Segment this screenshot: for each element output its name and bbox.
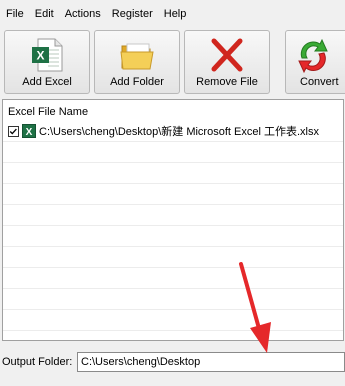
empty-row bbox=[3, 163, 343, 184]
empty-row bbox=[3, 184, 343, 205]
empty-row bbox=[3, 142, 343, 163]
empty-row bbox=[3, 310, 343, 331]
output-folder-label: Output Folder: bbox=[2, 356, 73, 368]
svg-text:X: X bbox=[36, 49, 44, 63]
convert-button[interactable]: Convert bbox=[285, 30, 345, 94]
empty-row bbox=[3, 247, 343, 268]
remove-file-label: Remove File bbox=[196, 76, 258, 88]
menu-bar: File Edit Actions Register Help bbox=[0, 0, 345, 28]
menu-actions[interactable]: Actions bbox=[60, 0, 106, 28]
file-row[interactable]: X C:\Users\cheng\Desktop\新建 Microsoft Ex… bbox=[3, 121, 343, 142]
menu-file[interactable]: File bbox=[1, 0, 29, 28]
toolbar: X Add Excel Add Folder Remove File Conve… bbox=[0, 28, 345, 96]
convert-arrows-icon bbox=[298, 38, 328, 74]
file-list[interactable]: Excel File Name X C:\Users\cheng\Desktop… bbox=[2, 99, 344, 341]
output-folder-input[interactable]: C:\Users\cheng\Desktop bbox=[77, 352, 345, 372]
remove-file-button[interactable]: Remove File bbox=[184, 30, 270, 94]
file-name: C:\Users\cheng\Desktop\新建 Microsoft Exce… bbox=[39, 126, 319, 138]
menu-help[interactable]: Help bbox=[159, 0, 192, 28]
red-x-icon bbox=[211, 38, 243, 72]
empty-row bbox=[3, 289, 343, 310]
menu-edit[interactable]: Edit bbox=[30, 0, 59, 28]
output-folder-row: Output Folder: C:\Users\cheng\Desktop bbox=[0, 352, 345, 374]
file-checkbox[interactable] bbox=[8, 125, 19, 137]
empty-row bbox=[3, 226, 343, 247]
svg-text:X: X bbox=[26, 127, 33, 138]
empty-row bbox=[3, 268, 343, 289]
convert-label: Convert bbox=[300, 76, 339, 88]
add-excel-button[interactable]: X Add Excel bbox=[4, 30, 90, 94]
add-folder-button[interactable]: Add Folder bbox=[94, 30, 180, 94]
add-excel-label: Add Excel bbox=[22, 76, 72, 88]
add-folder-label: Add Folder bbox=[110, 76, 164, 88]
menu-register[interactable]: Register bbox=[107, 0, 158, 28]
checkmark-icon bbox=[9, 128, 17, 134]
folder-icon bbox=[120, 43, 154, 70]
excel-file-icon: X bbox=[32, 38, 63, 72]
annotation-arrow-icon bbox=[239, 262, 271, 353]
excel-small-icon: X bbox=[22, 124, 36, 138]
empty-row bbox=[3, 205, 343, 226]
file-list-header: Excel File Name bbox=[8, 106, 89, 118]
